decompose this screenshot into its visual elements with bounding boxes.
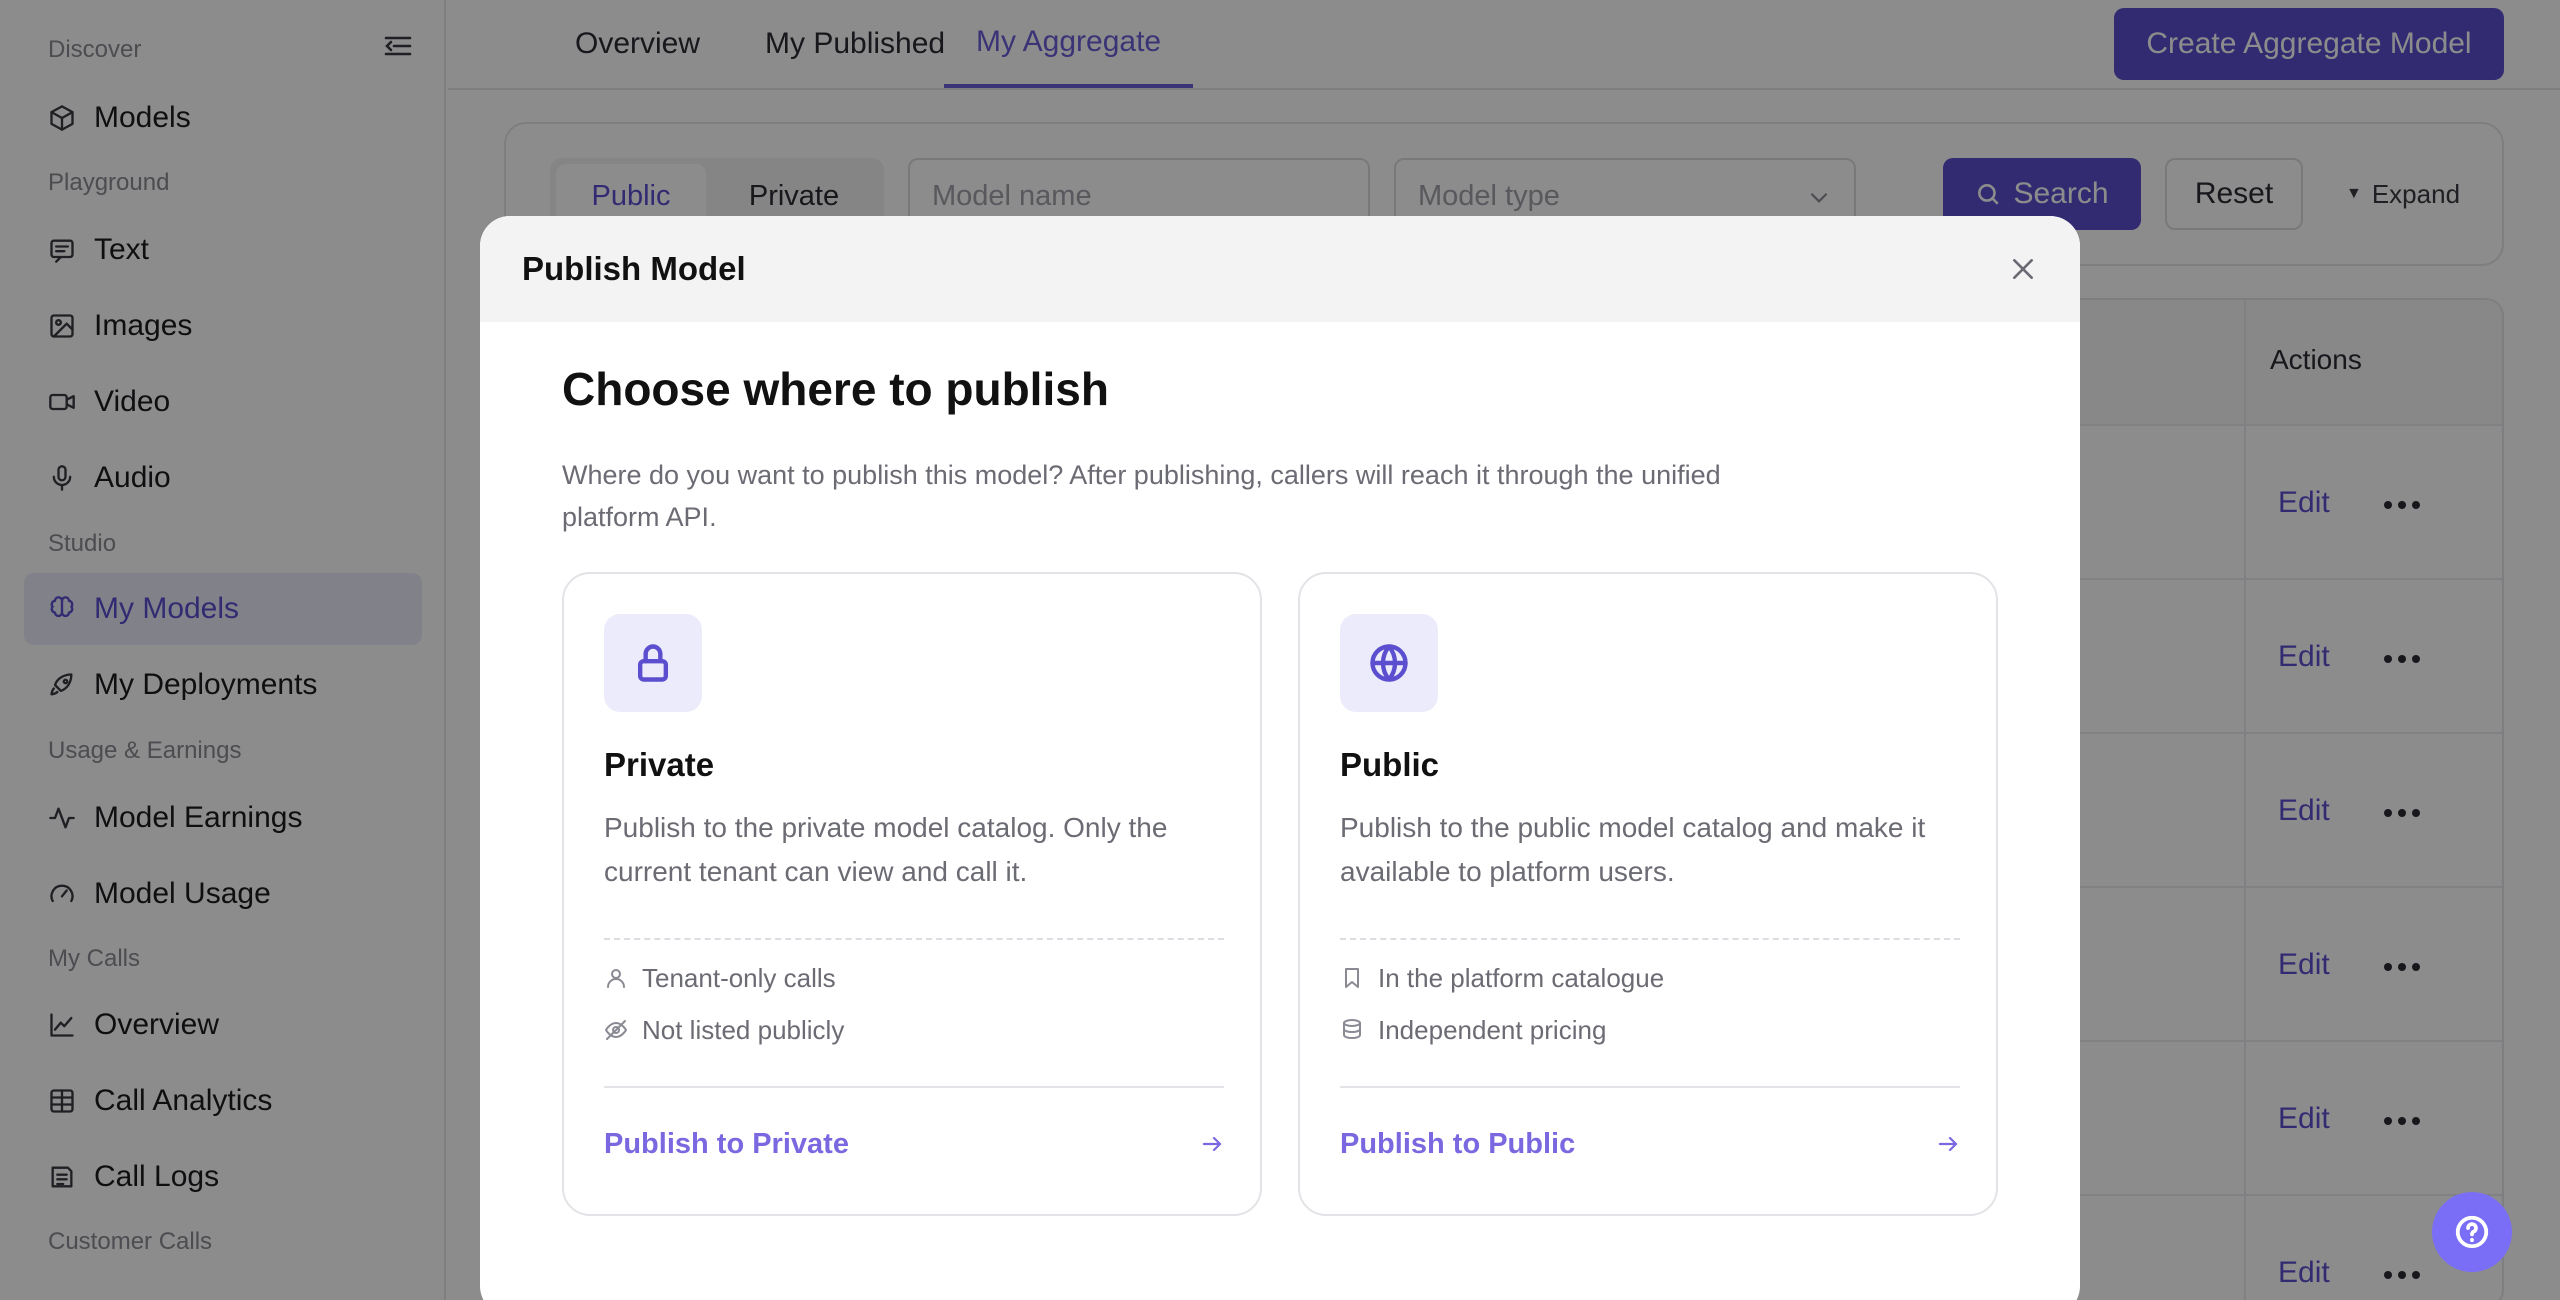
dialog-title: Publish Model — [522, 250, 746, 287]
database-icon — [1340, 1018, 1364, 1042]
divider — [1340, 1086, 1960, 1088]
lock-icon — [604, 614, 702, 712]
private-option-description: Publish to the private model catalog. On… — [604, 812, 1168, 887]
globe-icon — [1340, 614, 1438, 712]
feature-item: Not listed publicly — [604, 1012, 844, 1048]
help-circle-icon — [2453, 1213, 2491, 1251]
feature-item: In the platform catalogue — [1340, 960, 1664, 996]
feature-label: In the platform catalogue — [1378, 962, 1665, 993]
feature-item: Independent pricing — [1340, 1012, 1606, 1048]
arrow-right-icon[interactable] — [1936, 1132, 1960, 1156]
public-option-title: Public — [1340, 746, 1440, 783]
feature-item: Tenant-only calls — [604, 960, 836, 996]
help-button[interactable] — [2432, 1192, 2512, 1272]
publish-to-public-link[interactable]: Publish to Public — [1340, 1128, 1575, 1161]
bookmark-icon — [1340, 966, 1364, 990]
feature-label: Independent pricing — [1378, 1014, 1607, 1045]
publish-to-private-link[interactable]: Publish to Private — [604, 1128, 849, 1161]
private-option-card[interactable]: Private Publish to the private model cat… — [562, 572, 1262, 1216]
dialog-description: Where do you want to publish this model?… — [562, 460, 1721, 532]
feature-label: Not listed publicly — [642, 1014, 845, 1045]
dashed-divider — [1340, 938, 1960, 940]
private-option-title: Private — [604, 746, 715, 783]
dialog-heading: Choose where to publish — [562, 363, 1109, 415]
dialog-header: Publish Model — [480, 216, 2080, 322]
user-icon — [604, 966, 628, 990]
close-icon[interactable] — [2010, 256, 2036, 282]
divider — [604, 1086, 1224, 1088]
eye-off-icon — [604, 1018, 628, 1042]
dashed-divider — [604, 938, 1224, 940]
public-option-description: Publish to the public model catalog and … — [1340, 812, 1926, 887]
publish-model-dialog: Publish Model Choose where to publish Wh… — [480, 216, 2080, 1300]
feature-label: Tenant-only calls — [642, 962, 836, 993]
public-option-card[interactable]: Public Publish to the public model catal… — [1298, 572, 1998, 1216]
arrow-right-icon[interactable] — [1200, 1132, 1224, 1156]
